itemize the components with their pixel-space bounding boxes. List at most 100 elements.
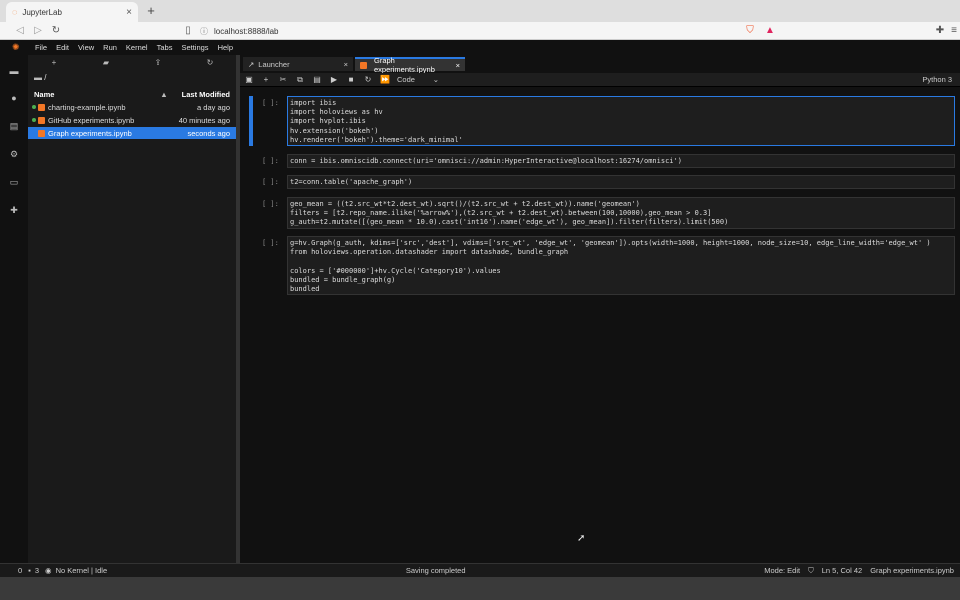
main-area: ↗ Launcher × Graph experiments.ipynb × ▣…	[240, 55, 960, 563]
stop-icon[interactable]: ■	[346, 75, 356, 84]
code-cell-editor[interactable]: g=hv.Graph(g_auth, kdims=['src','dest'],…	[287, 236, 955, 295]
file-modified: a day ago	[197, 102, 230, 112]
mode-indicator: Mode: Edit	[764, 566, 801, 575]
bookmark-icon[interactable]: ▯	[182, 25, 194, 37]
menu-view[interactable]: View	[78, 43, 94, 52]
active-cell-indicator	[249, 96, 253, 146]
cell-code: import ibis import holoviews as hv impor…	[290, 99, 463, 144]
property-inspector-icon[interactable]: ⚙	[8, 148, 20, 160]
kernels-count[interactable]: 3	[35, 566, 39, 575]
reload-button[interactable]: ↻	[50, 25, 62, 37]
browser-tab-title: JupyterLab	[22, 7, 62, 17]
cell-code: conn = ibis.omniscidb.connect(uri='omnis…	[290, 157, 682, 165]
file-row-selected[interactable]: Graph experiments.ipynb seconds ago	[28, 127, 236, 139]
code-cell-editor[interactable]: geo_mean = ((t2.src_wt*t2.dest_wt).sqrt(…	[287, 197, 955, 229]
folder-breadcrumb-icon: ▬	[34, 73, 42, 82]
close-tab-icon[interactable]: ×	[126, 7, 132, 18]
file-browser: + ▰ ⇪ ↻ ▬ / Name ▲ Last Modified chartin…	[28, 55, 236, 563]
file-modified: seconds ago	[187, 128, 230, 138]
launcher-icon: ↗	[248, 59, 255, 69]
new-launcher-icon[interactable]: +	[28, 55, 80, 71]
running-dot-icon	[32, 118, 36, 122]
menu-kernel[interactable]: Kernel	[126, 43, 148, 52]
menu-icon[interactable]: ≡	[948, 25, 960, 37]
rewards-icon[interactable]: ▲	[764, 25, 776, 37]
column-name[interactable]: Name	[34, 90, 160, 99]
tab-graph-experiments[interactable]: Graph experiments.ipynb ×	[355, 56, 465, 74]
cell-type-select[interactable]: Code ⌄	[397, 75, 439, 84]
breadcrumb[interactable]: ▬ /	[34, 73, 46, 82]
notebook-icon	[38, 116, 45, 124]
code-cell-editor[interactable]: import ibis import holoviews as hv impor…	[287, 96, 955, 146]
url-text: localhost:8888/lab	[214, 26, 279, 36]
menu-file[interactable]: File	[35, 43, 47, 52]
code-cell-editor[interactable]: conn = ibis.omniscidb.connect(uri='omnis…	[287, 154, 955, 168]
running-icon[interactable]: ●	[8, 92, 20, 104]
new-folder-icon[interactable]: ▰	[80, 55, 132, 71]
kernel-name[interactable]: Python 3	[922, 75, 952, 84]
jupyter-logo-icon: ✺	[12, 42, 20, 52]
browser-tabstrip: ◌ JupyterLab × +	[0, 0, 960, 22]
cut-icon[interactable]: ✂	[278, 75, 288, 84]
paste-icon[interactable]: ▤	[312, 75, 322, 84]
upload-icon[interactable]: ⇪	[132, 55, 184, 71]
menu-run[interactable]: Run	[103, 43, 117, 52]
extension-manager-icon[interactable]: ✚	[8, 204, 20, 216]
address-bar[interactable]: ⓘ localhost:8888/lab	[200, 24, 780, 38]
window-bottom	[0, 577, 960, 600]
running-dot-icon	[32, 105, 36, 109]
jupyter-favicon-icon: ◌	[12, 7, 18, 17]
tab-launcher[interactable]: ↗ Launcher ×	[243, 57, 353, 71]
tabs-icon[interactable]: ▭	[8, 176, 20, 188]
menu-tabs[interactable]: Tabs	[157, 43, 173, 52]
cell-type-value: Code	[397, 75, 415, 84]
cursor-position[interactable]: Ln 5, Col 42	[822, 566, 862, 575]
extensions-icon[interactable]: ✚	[934, 25, 946, 37]
file-modified: 40 minutes ago	[178, 115, 230, 125]
chevron-down-icon: ⌄	[432, 75, 439, 84]
refresh-icon[interactable]: ↻	[184, 55, 236, 71]
notebook-panel: [ ]: import ibis import holoviews as hv …	[240, 87, 960, 563]
folder-icon[interactable]: ▬	[8, 65, 20, 77]
forward-button[interactable]: ▷	[32, 25, 44, 37]
menu-edit[interactable]: Edit	[56, 43, 69, 52]
kernel-status[interactable]: No Kernel | Idle	[56, 566, 108, 575]
status-file-name: Graph experiments.ipynb	[870, 566, 954, 575]
file-name: Graph experiments.ipynb	[48, 128, 132, 138]
commands-icon[interactable]: ▤	[8, 120, 20, 132]
tab-label: Graph experiments.ipynb	[374, 56, 435, 74]
new-tab-button[interactable]: +	[144, 3, 158, 19]
status-bar: 0 ▪ 3 ◉ No Kernel | Idle Saving complete…	[0, 563, 960, 577]
file-name: charting-example.ipynb	[48, 102, 126, 112]
menu-help[interactable]: Help	[218, 43, 233, 52]
file-row[interactable]: charting-example.ipynb a day ago	[28, 101, 236, 113]
menu-bar: ✺ File Edit View Run Kernel Tabs Setting…	[0, 40, 960, 55]
tab-label: Launcher	[258, 59, 290, 69]
insert-cell-icon[interactable]: +	[261, 75, 271, 84]
close-icon[interactable]: ×	[456, 61, 460, 70]
run-icon[interactable]: ▶	[329, 75, 339, 84]
sort-arrow-icon[interactable]: ▲	[160, 90, 167, 99]
close-icon[interactable]: ×	[344, 60, 348, 69]
back-button[interactable]: ◁	[14, 25, 26, 37]
menu-settings[interactable]: Settings	[181, 43, 208, 52]
cell-prompt: [ ]:	[262, 239, 279, 247]
cell-code: g=hv.Graph(g_auth, kdims=['src','dest'],…	[290, 239, 931, 294]
notebook-icon	[38, 103, 45, 111]
file-row[interactable]: GitHub experiments.ipynb 40 minutes ago	[28, 114, 236, 126]
copy-icon[interactable]: ⧉	[295, 75, 305, 85]
kernel-status-icon: ◉	[45, 566, 52, 575]
file-browser-toolbar: + ▰ ⇪ ↻	[28, 55, 236, 71]
column-last-modified[interactable]: Last Modified	[182, 90, 230, 99]
brave-shield-icon[interactable]: ⛉	[744, 25, 756, 37]
save-icon[interactable]: ▣	[244, 75, 254, 84]
file-list-header: Name ▲ Last Modified	[28, 88, 236, 100]
cell-code: t2=conn.table('apache_graph')	[290, 178, 413, 186]
browser-tab[interactable]: ◌ JupyterLab ×	[6, 2, 138, 22]
file-name: GitHub experiments.ipynb	[48, 115, 135, 125]
restart-icon[interactable]: ↻	[363, 75, 373, 84]
code-cell-editor[interactable]: t2=conn.table('apache_graph')	[287, 175, 955, 189]
trusted-icon: ⛉	[808, 565, 814, 575]
run-all-icon[interactable]: ⏩	[380, 75, 390, 84]
terminals-count[interactable]: 0	[18, 566, 22, 575]
